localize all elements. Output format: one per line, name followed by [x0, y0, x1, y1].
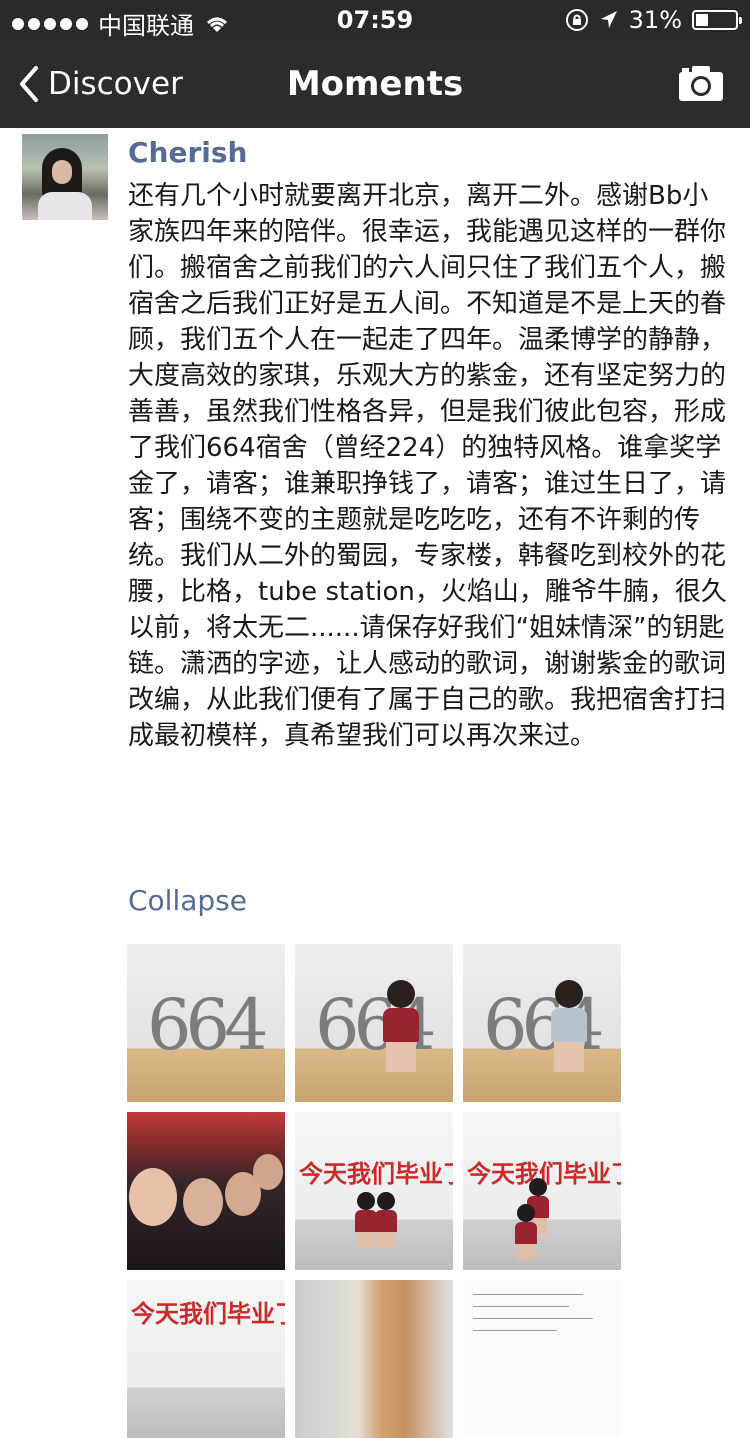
post-text: 还有几个小时就要离开北京，离开二外。感谢Bb小家族四年来的陪伴。很幸运，我能遇见…	[128, 181, 727, 751]
collapse-link[interactable]: Collapse	[128, 884, 247, 917]
battery-percent: 31%	[628, 6, 682, 34]
photo-thumbnail[interactable]: 今天我们毕业了	[127, 1280, 285, 1438]
camera-icon	[679, 66, 723, 101]
page-title: Moments	[286, 64, 464, 104]
banner-text: 今天我们毕业了	[299, 1159, 453, 1188]
photo-wall-writing: 664	[147, 984, 269, 1066]
status-right: 31%	[565, 6, 742, 34]
photo-thumbnail[interactable]: 664	[127, 944, 285, 1102]
rotation-lock-icon	[565, 9, 588, 31]
battery-icon	[692, 10, 742, 30]
battery-fill	[696, 14, 708, 26]
author-name[interactable]: Cherish	[128, 136, 247, 169]
status-bar: 中国联通 07:59 31%	[0, 0, 750, 40]
photo-thumbnail[interactable]: 今天我们毕业了	[295, 1112, 453, 1270]
photo-thumbnail[interactable]	[463, 1280, 621, 1438]
photo-thumbnail[interactable]	[295, 1280, 453, 1438]
photo-thumbnail[interactable]: 今天我们毕业了	[463, 1112, 621, 1270]
banner-text: 今天我们毕业了	[131, 1299, 285, 1328]
avatar[interactable]	[22, 134, 108, 220]
photo-thumbnail[interactable]: 664	[295, 944, 453, 1102]
nav-bar: Discover Moments	[0, 40, 750, 128]
camera-button[interactable]	[678, 64, 724, 106]
location-arrow-icon	[600, 11, 617, 28]
photo-thumbnail[interactable]	[127, 1112, 285, 1270]
photo-thumbnail[interactable]: 664	[463, 944, 621, 1102]
